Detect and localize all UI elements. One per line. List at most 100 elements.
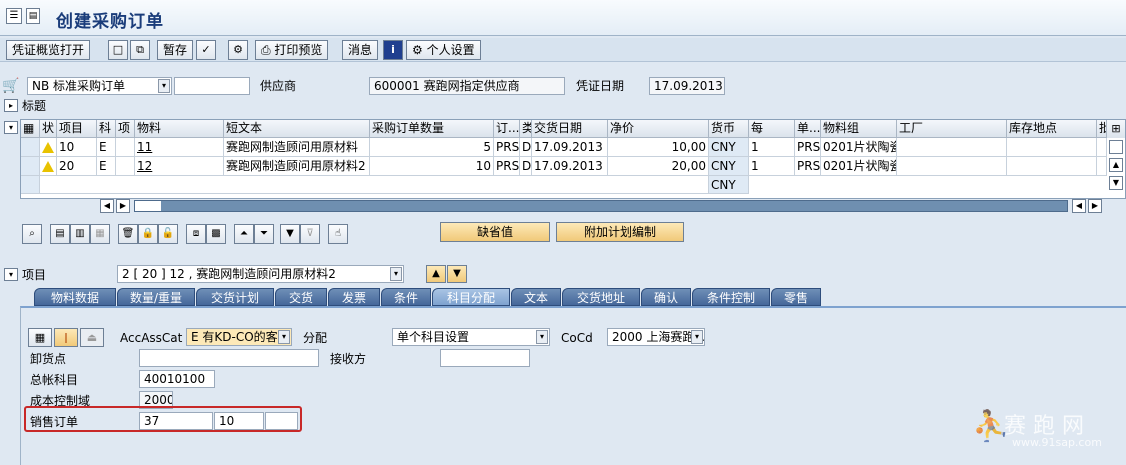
col-storage-location[interactable]: 库存地点 [1007,120,1097,138]
tab-delivery[interactable]: 交货 [275,288,327,306]
tab-delivery-address[interactable]: 交货地址 [562,288,640,306]
table-cell[interactable]: E [97,157,116,176]
insert-row-icon[interactable]: ▥ [70,224,90,244]
cart-icon[interactable]: 🛒 [2,77,24,95]
settings-icon[interactable]: ⚙ [228,40,248,60]
item-selector[interactable]: 2 [ 20 ] 12 , 赛跑网制造顾问用原材料2 ▾ [117,265,404,283]
previous-item-icon[interactable]: ▲ [426,265,446,283]
add-row-icon[interactable]: ▤ [50,224,70,244]
col-plant[interactable]: 工厂 [897,120,1007,138]
select-icon[interactable]: ⧈ [186,224,206,244]
scroll-up-icon[interactable]: ▲ [1109,158,1123,172]
item-selector-dropdown-icon[interactable]: ▾ [390,267,402,281]
table-cell[interactable]: 0201片状陶瓷赛跑网顾问制造工厂 [821,138,897,157]
table-cell[interactable] [116,138,135,157]
gl-account-field[interactable]: 40010100 [139,370,215,388]
doc-type-dropdown-icon[interactable]: ▾ [158,79,170,93]
row-selector[interactable] [21,176,40,194]
table-cell[interactable]: 5 [370,138,494,157]
lock-icon[interactable]: 🔒 [138,224,158,244]
col-batch[interactable]: 批 [1097,120,1107,138]
menu-icon[interactable]: ☰ [6,8,22,24]
table-cell[interactable]: 10 [57,138,97,157]
table-cell[interactable]: PRS [795,138,821,157]
col-cat[interactable]: 项 [116,120,135,138]
expand-header-icon[interactable]: ▸ [4,99,18,112]
table-cell[interactable]: D [520,157,532,176]
recipient-field[interactable] [440,349,530,367]
doc-date-field[interactable]: 17.09.2013 [649,77,725,95]
doc-type-select[interactable]: NB 标准采购订单 ▾ [27,77,172,95]
col-material[interactable]: 物料 [135,120,224,138]
filter-icon[interactable]: ▼ [280,224,300,244]
po-number-field[interactable] [174,77,250,95]
col-short-text[interactable]: 短文本 [224,120,370,138]
accasscat-select[interactable]: E 有KD-CO的客... ▾ [186,328,292,346]
col-material-group[interactable]: 物料组 [821,120,897,138]
table-cell[interactable] [116,157,135,176]
table-cell[interactable] [1007,157,1097,176]
info-icon[interactable]: i [383,40,403,60]
distribution-select[interactable]: 单个科目设置 ▾ [392,328,550,346]
col-quantity[interactable]: 采购订单数量 [370,120,494,138]
accasscat-dropdown-icon[interactable]: ▾ [278,330,290,344]
tab-texts[interactable]: 文本 [511,288,561,306]
table-cell[interactable]: 12 [135,157,224,176]
table-cell[interactable] [1097,157,1107,176]
cocd-dropdown-icon[interactable]: ▾ [691,330,703,344]
table-cell[interactable]: 17.09.2013 [532,157,608,176]
column-settings-icon[interactable]: ⊞ [1107,120,1125,138]
tab-retail[interactable]: 零售 [771,288,821,306]
single-view-icon[interactable]: ǀ [54,328,78,347]
personal-settings-button[interactable]: ⚙ 个人设置 [406,40,481,60]
table-cell[interactable]: PRS [494,157,520,176]
col-currency[interactable]: 货币 [709,120,749,138]
scroll-top-button[interactable] [1109,140,1123,154]
tab-invoice[interactable]: 发票 [328,288,380,306]
table-cell[interactable]: 20 [57,157,97,176]
table-cell[interactable]: 1 [749,138,795,157]
document-icon[interactable]: ▤ [26,8,40,24]
additional-planning-button[interactable]: 附加计划编制 [556,222,684,242]
vendor-field[interactable]: 600001 赛跑网指定供应商 [369,77,565,95]
table-cell[interactable]: 10,00 [608,138,709,157]
col-item[interactable]: 项目 [57,120,97,138]
scroll-right-icon[interactable]: ▶ [116,199,130,213]
table-cell[interactable]: 赛跑网制造顾问用原材料 [224,138,370,157]
document-overview-button[interactable]: 凭证概览打开 [6,40,91,60]
tab-quantity-weight[interactable]: 数量/重量 [117,288,195,306]
unlock-icon[interactable]: 🔓 [158,224,178,244]
deselect-icon[interactable]: ▩ [206,224,226,244]
delete-icon[interactable]: 🗑 [118,224,138,244]
tab-condition-control[interactable]: 条件控制 [692,288,770,306]
cocd-select[interactable]: 2000 上海赛跑... ▾ [607,328,705,346]
table-cell[interactable]: D [520,138,532,157]
sort-desc-icon[interactable]: ⏷ [254,224,274,244]
collapse-item-detail-icon[interactable]: ▾ [4,268,18,281]
table-cell[interactable] [897,138,1007,157]
tab-conditions[interactable]: 条件 [381,288,431,306]
tab-delivery-schedule[interactable]: 交货计划 [196,288,274,306]
table-cell[interactable]: 赛跑网制造顾问用原材料2 [224,157,370,176]
horizontal-scrollbar[interactable] [134,200,1068,212]
col-order-unit[interactable]: 订... [494,120,520,138]
collapse-items-icon[interactable]: ▾ [4,121,18,134]
default-values-button[interactable]: 缺省值 [440,222,550,242]
table-cell[interactable] [1007,138,1097,157]
copy-row-icon[interactable]: ▦ [90,224,110,244]
table-cell[interactable] [1097,138,1107,157]
col-net-price[interactable]: 净价 [608,120,709,138]
col-acct[interactable]: 科 [97,120,116,138]
table-cell[interactable]: 1 [749,157,795,176]
table-cell[interactable]: CNY [709,138,749,157]
distribution-dropdown-icon[interactable]: ▾ [536,330,548,344]
table-row[interactable] [40,176,709,194]
col-type[interactable]: 类 [520,120,532,138]
table-cell[interactable]: 10 [370,157,494,176]
table-cell[interactable]: E [97,138,116,157]
check-icon[interactable]: ✓ [196,40,216,60]
table-cell[interactable]: CNY [709,157,749,176]
col-status[interactable]: 状 [40,120,57,138]
table-cell[interactable]: CNY [709,176,749,194]
multiple-account-icon[interactable]: ⏏ [80,328,104,347]
